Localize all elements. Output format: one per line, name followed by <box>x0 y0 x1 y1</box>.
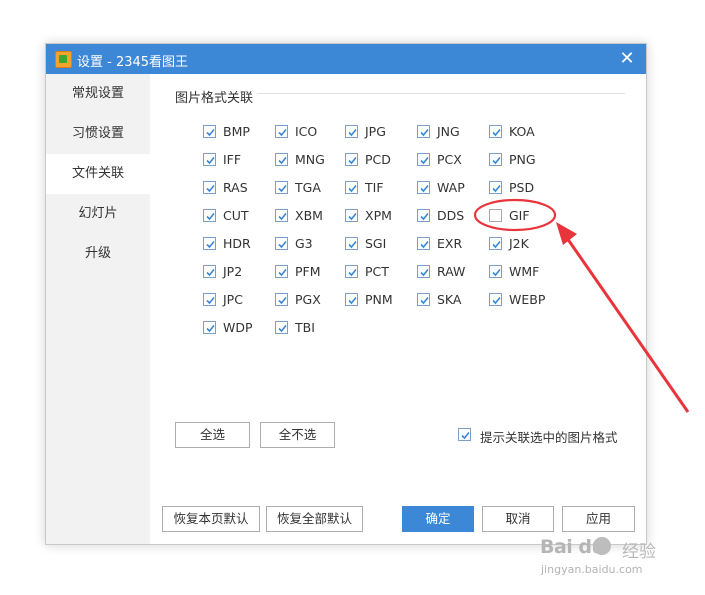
red-annotation <box>473 198 690 413</box>
annotation-arrow-shaft <box>565 237 690 413</box>
gif-highlight-circle <box>473 198 557 232</box>
annotation-arrow-head <box>556 222 577 245</box>
watermark-cn-text: 经验 <box>622 542 656 562</box>
paw-icon <box>593 537 611 555</box>
baidu-watermark: Bai du 经验 jingyan.baidu.com <box>527 536 687 584</box>
watermark-url: jingyan.baidu.com <box>541 563 643 576</box>
